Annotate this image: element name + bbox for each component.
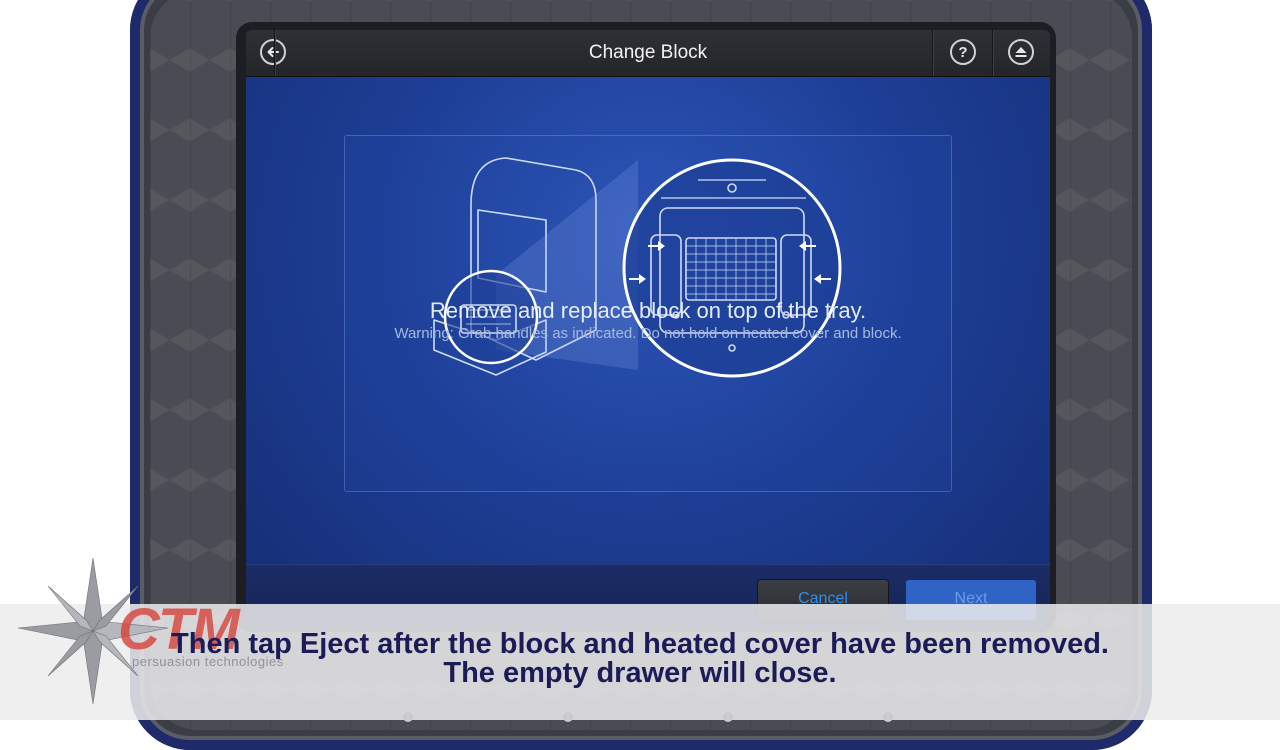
instruction-text: Remove and replace block on top of the t…: [429, 298, 867, 323]
dot: [723, 712, 733, 722]
touch-screen: Change Block ? Remove and replace block …: [246, 30, 1050, 630]
dot: [403, 712, 413, 722]
video-caption: Then tap Eject after the block and heate…: [0, 630, 1280, 688]
dot: [883, 712, 893, 722]
dot: [563, 712, 573, 722]
caption-line: The empty drawer will close.: [443, 657, 837, 689]
warning-text: Warning: Grab handles as indicated. Do n…: [394, 325, 902, 342]
caption-line: Then tap Eject after the block and heate…: [171, 628, 1109, 660]
